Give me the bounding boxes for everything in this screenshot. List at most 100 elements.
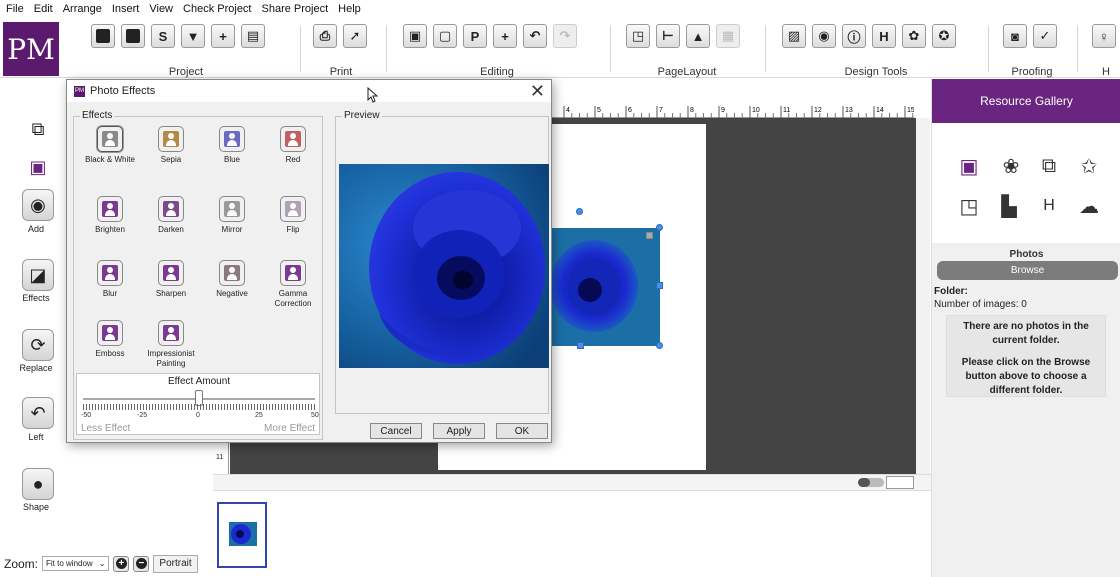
effect-label: Darken <box>158 225 184 234</box>
effect-option[interactable]: Sharpen <box>141 260 201 299</box>
menu-edit[interactable]: Edit <box>34 3 53 15</box>
grid-icon[interactable]: ▦ <box>716 24 740 48</box>
selected-photo[interactable] <box>546 228 660 346</box>
zoom-select[interactable]: Fit to window ⌄ <box>42 556 110 571</box>
menu-check-project[interactable]: Check Project <box>183 3 251 15</box>
effect-option[interactable]: Darken <box>141 196 201 235</box>
effect-option[interactable]: Gamma Correction <box>263 260 323 309</box>
zoom-field[interactable] <box>886 476 914 489</box>
proof-icon[interactable]: ◙ <box>1003 24 1027 48</box>
flower-icon[interactable]: ✿ <box>902 24 926 48</box>
badge-icon[interactable]: ✪ <box>932 24 956 48</box>
add-photo-button[interactable]: ◉ <box>22 189 54 221</box>
ribbon-group-design-tools: ▨ ◉ ⓘ H ✿ ✪ Design Tools <box>782 24 970 78</box>
vertical-scrollbar[interactable] <box>916 118 930 474</box>
effect-option[interactable]: Brighten <box>80 196 140 235</box>
effect-option[interactable]: Emboss <box>80 320 140 359</box>
save-icon[interactable]: S <box>151 24 175 48</box>
zoom-out-button[interactable]: − <box>133 555 150 572</box>
apply-button[interactable]: Apply <box>433 423 485 439</box>
thumbnail-image <box>229 522 257 546</box>
guides-icon[interactable]: ⊢ <box>656 24 680 48</box>
portrait-icon <box>224 201 240 217</box>
export-icon[interactable]: ➚ <box>343 24 367 48</box>
heading-icon[interactable]: H <box>1036 193 1062 219</box>
lotus-icon[interactable]: ❀ <box>998 153 1024 179</box>
replace-button[interactable]: ⟳ <box>22 329 54 361</box>
resource-gallery-title: Resource Gallery <box>932 79 1120 123</box>
shape-button[interactable]: ● <box>22 468 54 500</box>
open-folder-icon[interactable] <box>121 24 145 48</box>
menu-view[interactable]: View <box>149 3 173 15</box>
ribbon-group-label: Print <box>329 66 353 78</box>
layout-icon[interactable]: ◳ <box>626 24 650 48</box>
ribbon-group-label: H <box>1102 66 1110 78</box>
menu-arrange[interactable]: Arrange <box>63 3 102 15</box>
menu-share-project[interactable]: Share Project <box>262 3 329 15</box>
resize-handle[interactable] <box>577 342 584 349</box>
menu-insert[interactable]: Insert <box>112 3 140 15</box>
close-icon[interactable]: ✕ <box>530 81 545 102</box>
image-icon[interactable]: ▨ <box>782 24 806 48</box>
effect-option[interactable]: Flip <box>263 196 323 235</box>
view-toggle[interactable] <box>858 478 884 487</box>
add-page-icon[interactable]: + <box>211 24 235 48</box>
lightbulb-icon[interactable]: ♀ <box>1092 24 1116 48</box>
frames-icon[interactable]: ◳ <box>956 193 982 219</box>
print-icon[interactable]: ⎙ <box>313 24 337 48</box>
resize-handle[interactable] <box>656 342 663 349</box>
undo-icon[interactable]: ↶ <box>523 24 547 48</box>
menu-help[interactable]: Help <box>338 3 361 15</box>
dotcom-icon[interactable]: ☁ <box>1076 193 1102 219</box>
effect-option[interactable]: Red <box>263 126 323 165</box>
effect-option[interactable]: Impressionist Painting <box>141 320 201 369</box>
resize-handle[interactable] <box>656 282 663 289</box>
ruler-number: 8 <box>690 107 694 114</box>
effect-option[interactable]: Negative <box>202 260 262 299</box>
effect-option[interactable]: Blur <box>80 260 140 299</box>
crop-handle[interactable] <box>646 232 653 239</box>
effects-button[interactable]: ◪ <box>22 259 54 291</box>
star-outline-icon[interactable]: ✩ <box>1076 153 1102 179</box>
new-project-icon[interactable] <box>91 24 115 48</box>
document-icon[interactable]: ▤ <box>241 24 265 48</box>
info-icon[interactable]: ⓘ <box>842 24 866 48</box>
effect-label: Black & White <box>85 155 135 164</box>
portrait-icon <box>102 265 118 281</box>
effect-option[interactable]: Mirror <box>202 196 262 235</box>
effect-option[interactable]: Black & White <box>80 126 140 165</box>
cancel-button[interactable]: Cancel <box>370 423 422 439</box>
spellcheck-icon[interactable]: ✓ <box>1033 24 1057 48</box>
redo-icon[interactable]: ↷ <box>553 24 577 48</box>
browse-button[interactable]: Browse <box>937 261 1118 280</box>
portrait-icon <box>102 131 118 147</box>
portrait-icon <box>285 131 301 147</box>
effect-option[interactable]: Blue <box>202 126 262 165</box>
layers-icon[interactable]: ⧉ <box>22 113 54 145</box>
layouts-icon[interactable]: ▙ <box>996 193 1022 219</box>
copy-icon[interactable]: ▢ <box>433 24 457 48</box>
photo-frame-icon[interactable]: ▣ <box>22 151 54 183</box>
paste-icon[interactable]: ▣ <box>403 24 427 48</box>
shapes-icon[interactable]: ⧉ <box>1036 153 1062 179</box>
portrait-icon <box>163 325 179 341</box>
menu-file[interactable]: File <box>6 3 24 15</box>
effect-portrait-icon <box>158 126 184 152</box>
camera-icon[interactable]: ◉ <box>812 24 836 48</box>
text-p-icon[interactable]: P <box>463 24 487 48</box>
photos-icon[interactable]: ▣ <box>956 153 982 179</box>
page-thumbnail[interactable] <box>217 502 267 568</box>
save-as-icon[interactable]: ▼ <box>181 24 205 48</box>
ok-button[interactable]: OK <box>496 423 548 439</box>
orientation-button[interactable]: Portrait <box>153 554 198 573</box>
align-icon[interactable]: ▲ <box>686 24 710 48</box>
effect-option[interactable]: Sepia <box>141 126 201 165</box>
dialog-title: Photo Effects <box>90 85 156 97</box>
rotate-handle[interactable] <box>576 208 583 215</box>
zoom-in-button[interactable]: + <box>113 555 130 572</box>
add-icon[interactable]: + <box>493 24 517 48</box>
horizontal-scrollbar[interactable] <box>213 474 931 490</box>
rotate-left-button[interactable]: ↶ <box>22 397 54 429</box>
heading-icon[interactable]: H <box>872 24 896 48</box>
resize-handle[interactable] <box>656 224 663 231</box>
